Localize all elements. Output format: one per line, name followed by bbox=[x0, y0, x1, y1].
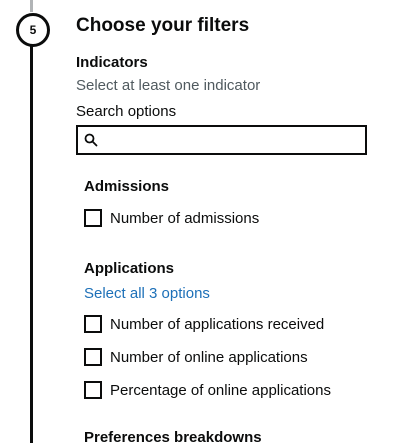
search-icon bbox=[84, 133, 98, 147]
checkbox[interactable] bbox=[84, 381, 102, 399]
checkbox[interactable] bbox=[84, 209, 102, 227]
search-options-label: Search options bbox=[76, 103, 177, 120]
section-title: Choose your filters bbox=[76, 15, 250, 36]
group-heading-applications: Applications bbox=[84, 260, 175, 277]
checkbox-label: Percentage of online applications bbox=[110, 381, 331, 399]
timeline-top-segment bbox=[30, 0, 33, 12]
checkbox[interactable] bbox=[84, 315, 102, 333]
timeline-line bbox=[30, 46, 33, 443]
checkbox-label: Number of online applications bbox=[110, 348, 308, 366]
search-input[interactable] bbox=[76, 125, 367, 155]
option-number-of-admissions[interactable]: Number of admissions bbox=[84, 208, 259, 228]
checkbox-label: Number of applications received bbox=[110, 315, 325, 333]
group-heading-preferences-breakdowns: Preferences breakdowns bbox=[84, 429, 262, 446]
indicators-label: Indicators bbox=[76, 54, 148, 71]
option-number-of-applications-received[interactable]: Number of applications received bbox=[84, 314, 324, 334]
option-number-of-online-applications[interactable]: Number of online applications bbox=[84, 347, 308, 367]
checkbox-label: Number of admissions bbox=[110, 209, 260, 227]
step-number: 5 bbox=[29, 23, 37, 37]
indicators-hint: Select at least one indicator bbox=[76, 77, 261, 94]
group-heading-admissions: Admissions bbox=[84, 178, 170, 195]
select-all-link[interactable]: Select all 3 options bbox=[84, 285, 210, 302]
option-percentage-of-online-applications[interactable]: Percentage of online applications bbox=[84, 380, 331, 400]
step-number-circle: 5 bbox=[16, 13, 50, 47]
checkbox[interactable] bbox=[84, 348, 102, 366]
